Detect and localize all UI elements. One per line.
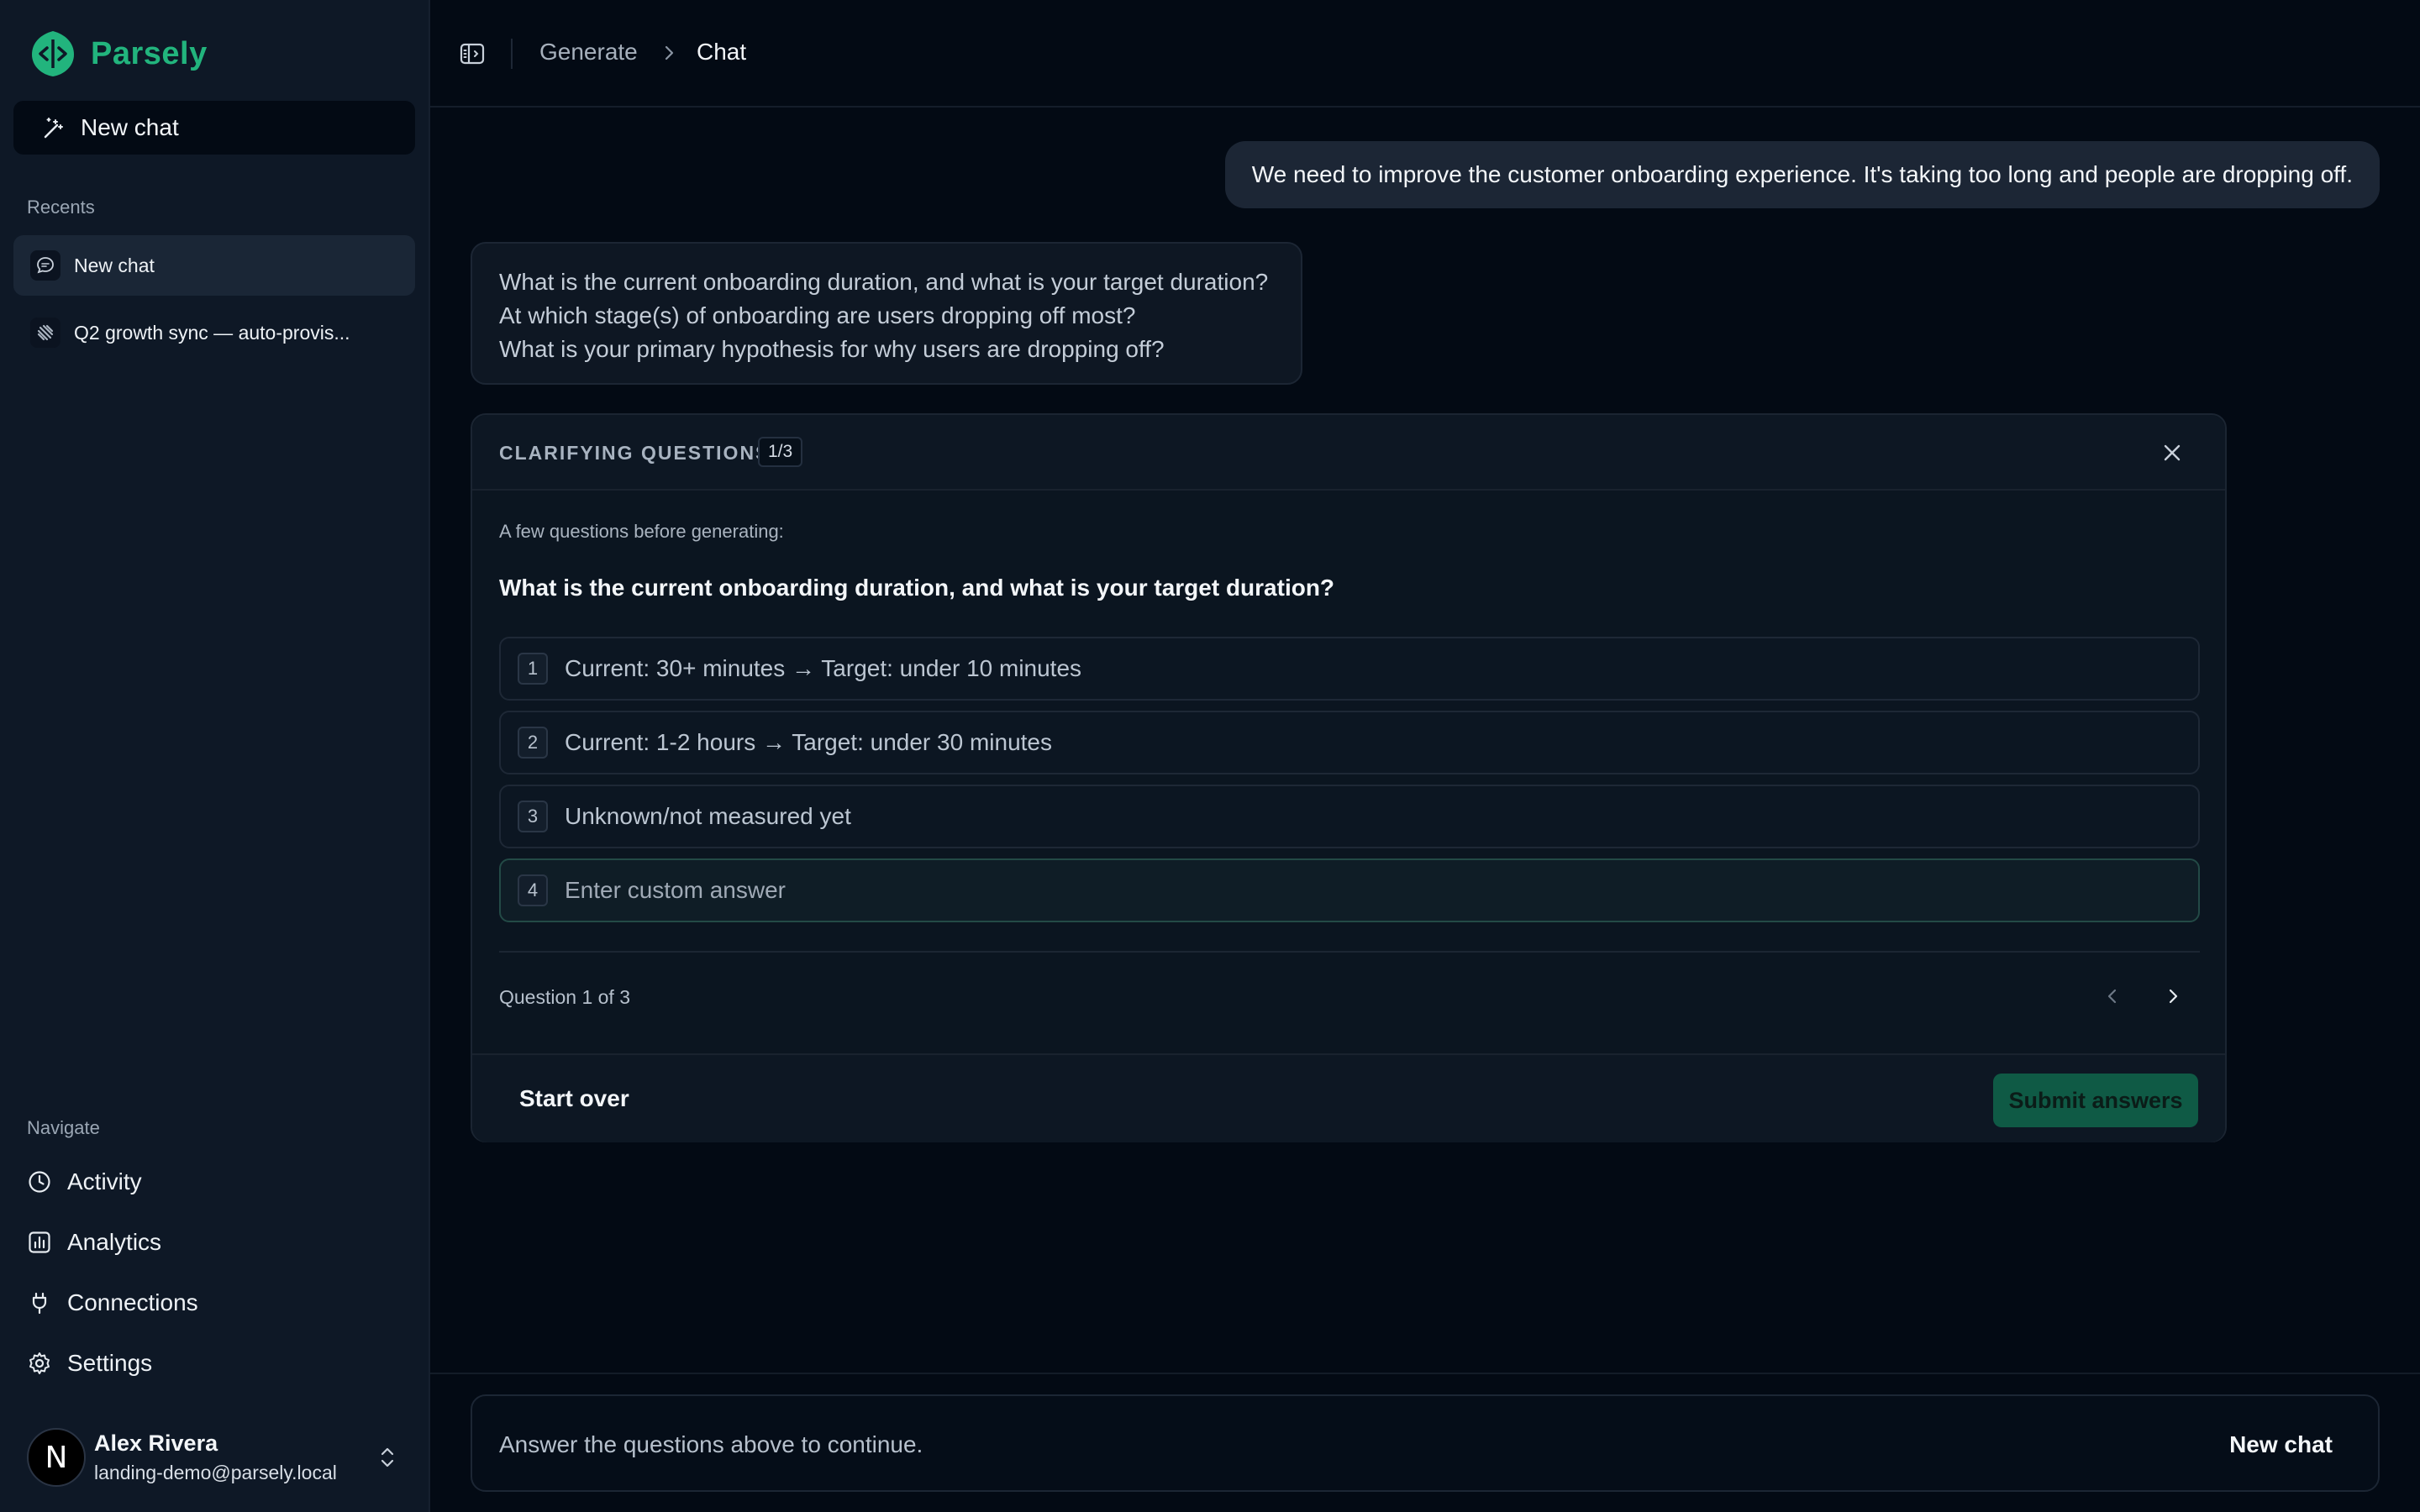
user-name: Alex Rivera [94,1431,218,1456]
nav-connections[interactable]: Connections [13,1277,415,1329]
brand-name: Parsely [91,35,208,71]
nav-settings[interactable]: Settings [13,1337,415,1389]
navigate-heading: Navigate [27,1117,100,1138]
topbar: Generate Chat [430,0,2420,108]
user-info: Alex Rivera landing-demo@parsely.local [94,1431,337,1484]
option-label: Unknown/not measured yet [565,803,851,829]
sidebar-toggle-icon[interactable] [459,40,486,67]
nav-label: Settings [67,1350,153,1376]
gear-icon [29,1352,50,1374]
option-label: Current: 1-2 hours → Target: under 30 mi… [565,729,1053,755]
composer-divider [430,1373,2420,1374]
chevron-up-down-icon[interactable] [378,1445,397,1470]
nav-label: Connections [67,1289,198,1315]
nav-analytics[interactable]: Analytics [13,1216,415,1268]
close-icon[interactable] [2161,442,2183,464]
card-title: CLARIFYING QUESTIONS [499,442,771,464]
avatar: N [27,1428,86,1487]
chevron-right-icon[interactable] [2163,983,2183,1010]
bar-chart-icon [29,1231,50,1253]
answer-option-3[interactable]: 3 Unknown/not measured yet [499,785,2200,848]
card-footer: Start over Submit answers [472,1053,2225,1142]
recent-item-new-chat[interactable]: New chat [13,235,415,296]
topbar-divider [511,39,513,69]
card-intro: A few questions before generating: [499,521,784,542]
option-number: 3 [518,801,548,832]
assistant-line: At which stage(s) of onboarding are user… [499,302,1136,328]
recent-item-q2-growth-sync[interactable]: Q2 growth sync — auto-provis... [13,302,415,363]
chevron-right-icon [665,45,674,60]
composer-placeholder: Answer the questions above to continue. [499,1431,923,1457]
magic-wand-icon [44,118,63,139]
clarifying-questions-card: CLARIFYING QUESTIONS 1/3 A few questions… [471,413,2227,1142]
option-number: 4 [518,874,548,906]
custom-answer-option[interactable]: 4 [499,858,2200,922]
sidebar: Parsely New chat Recents New chat Q2 gro… [0,0,430,1512]
answer-option-2[interactable]: 2 Current: 1-2 hours → Target: under 30 … [499,711,2200,774]
composer-new-chat-button[interactable]: New chat [2229,1431,2333,1458]
app-window: Parsely New chat Recents New chat Q2 gro… [0,0,2420,1512]
option-label: Current: 30+ minutes → Target: under 10 … [565,655,1082,681]
option-number: 2 [518,727,548,759]
chat-bubble-icon [30,250,60,281]
submit-answers-button[interactable]: Submit answers [1993,1074,2198,1127]
composer: Answer the questions above to continue. … [471,1394,2380,1492]
nav-label: Analytics [67,1229,162,1255]
assistant-line: What is the current onboarding duration,… [499,269,1269,295]
breadcrumb-generate[interactable]: Generate [539,39,638,66]
linear-app-icon [30,318,60,348]
breadcrumb-current: Chat [697,39,747,65]
card-header: CLARIFYING QUESTIONS 1/3 [472,415,2225,491]
new-chat-button[interactable]: New chat [13,101,415,155]
custom-answer-input[interactable] [565,877,2161,904]
recents-heading: Recents [27,197,95,218]
user-message: We need to improve the customer onboardi… [1224,141,2380,208]
card-divider [499,951,2200,953]
question-progress: Question 1 of 3 [499,986,630,1008]
assistant-line: What is your primary hypothesis for why … [499,336,1165,362]
brand[interactable]: Parsely [29,29,208,79]
nav-activity[interactable]: Activity [13,1156,415,1208]
user-menu[interactable]: N Alex Rivera landing-demo@parsely.local [27,1420,405,1495]
question-count-badge: 1/3 [758,437,803,467]
plug-icon [32,1292,47,1315]
answer-option-1[interactable]: 1 Current: 30+ minutes → Target: under 1… [499,637,2200,701]
new-chat-label: New chat [81,114,179,140]
option-number: 1 [518,653,548,685]
start-over-button[interactable]: Start over [519,1085,629,1112]
recent-item-label: New chat [74,254,155,276]
chevron-left-icon[interactable] [2102,983,2123,1010]
nav-label: Activity [67,1168,142,1194]
question-text: What is the current onboarding duration,… [499,575,1335,601]
recent-item-label: Q2 growth sync — auto-provis... [74,321,350,344]
assistant-message: What is the current onboarding duration,… [471,242,1302,385]
clock-icon [29,1171,50,1193]
user-email: landing-demo@parsely.local [94,1462,337,1483]
parsely-logo-icon [32,31,74,76]
